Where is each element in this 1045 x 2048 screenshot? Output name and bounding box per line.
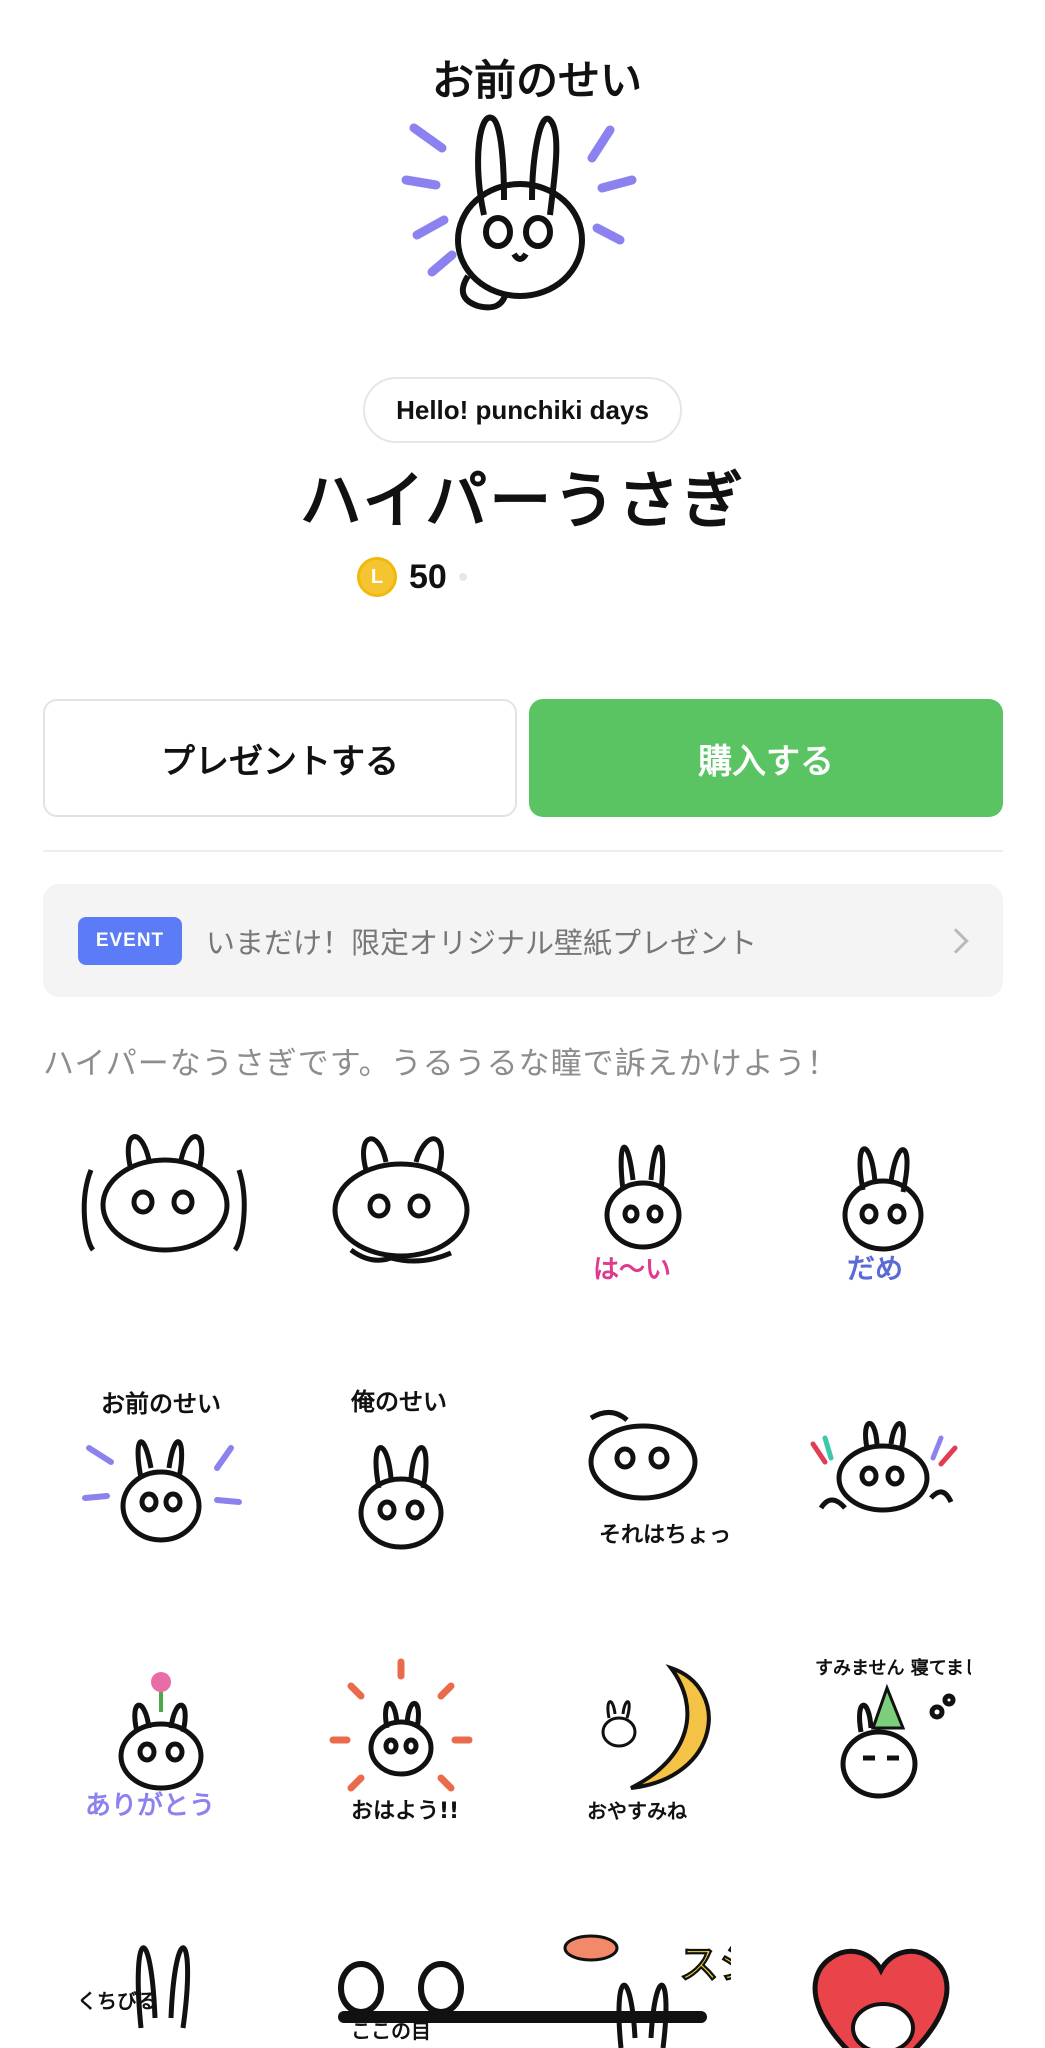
sticker-item[interactable]: それはちょっと: [551, 1378, 753, 1558]
sticker-item[interactable]: おやすみね: [551, 1648, 731, 1828]
sticker-caption: 俺のせい: [350, 1388, 447, 1416]
rabbit-sticker-image: ありがとう: [85, 1672, 215, 1821]
home-indicator[interactable]: [338, 2011, 707, 2023]
rabbit-sticker-image: すみません 寝てました: [815, 1657, 1000, 1799]
price-amount: 50: [409, 557, 447, 596]
rabbit-sticker-image: [81, 1134, 247, 1253]
sticker-item[interactable]: 俺のせい: [311, 1378, 491, 1558]
sticker-item[interactable]: お前のせい: [71, 1378, 251, 1558]
sticker-caption: お前のせい: [101, 1390, 221, 1418]
hero-caption: お前のせい: [432, 56, 642, 105]
sticker-caption: おやすみね: [587, 1799, 687, 1823]
sticker-title: ハイパーうさぎ: [299, 464, 746, 537]
event-banner[interactable]: EVENT いまだけ！限定オリジナル壁紙プレゼント: [43, 884, 1003, 997]
rabbit-hero-image: お前のせい: [401, 56, 642, 311]
sticker-item[interactable]: すみません 寝てました: [791, 1648, 1000, 1828]
present-button[interactable]: プレゼントする: [43, 699, 517, 817]
buy-button[interactable]: 購入する: [529, 699, 1003, 817]
sticker-caption: おはよう!!: [351, 1799, 459, 1824]
sticker-caption: ありがとう: [85, 1790, 215, 1821]
separator-dot: [458, 573, 467, 581]
sticker-caption: それはちょっと: [599, 1523, 731, 1548]
heart-rabbit-image: [812, 1948, 950, 2048]
hero-sticker: お前のせい: [0, 0, 1045, 360]
sticker-item[interactable]: ありがとう: [71, 1648, 251, 1828]
sticker-caption: すみません 寝てました: [815, 1657, 971, 1679]
sticker-description: ハイパーなうさぎです。うるうるな瞳で訴えかけよう！: [43, 1046, 839, 1082]
rabbit-sticker-image: くちびる: [77, 1945, 191, 2029]
moon-rabbit-image: おやすみね: [587, 1664, 711, 1823]
sticker-item[interactable]: スシ: [551, 1908, 760, 2048]
sticker-item[interactable]: だめ: [791, 1110, 971, 1290]
sticker-caption: スシ: [679, 1942, 731, 1988]
sticker-caption: だめ: [847, 1252, 903, 1285]
price-row: L 50: [357, 554, 467, 600]
rabbit-sticker-image: お前のせい: [82, 1390, 242, 1543]
chevron-right-icon: [943, 927, 969, 954]
sticker-caption: くちびる: [77, 1989, 157, 2013]
author-chip[interactable]: Hello! punchiki days: [363, 377, 682, 443]
sticker-item[interactable]: くちびる: [71, 1908, 251, 2048]
sticker-item[interactable]: [71, 1110, 251, 1290]
rabbit-sticker-image: [810, 1420, 958, 1513]
sticker-item[interactable]: [791, 1378, 971, 1558]
event-text: いまだけ！限定オリジナル壁紙プレゼント: [206, 925, 758, 960]
rabbit-eyes-image: ここの目: [338, 1961, 464, 2043]
event-badge: EVENT: [78, 916, 182, 965]
coin-icon: L: [357, 557, 397, 597]
sticker-item[interactable]: ここの目: [311, 1908, 491, 2048]
rabbit-sticker-image: だめ: [842, 1146, 924, 1285]
divider: [43, 850, 1003, 852]
sticker-item[interactable]: [791, 1908, 971, 2048]
sticker-item[interactable]: は～い: [551, 1110, 731, 1290]
sushi-rabbit-image: スシ: [563, 1934, 760, 2048]
rabbit-sticker-image: 俺のせい: [350, 1388, 447, 1550]
rabbit-sticker-image: おはよう!!: [329, 1658, 473, 1824]
sticker-item[interactable]: おはよう!!: [311, 1648, 491, 1828]
rabbit-sticker-image: [332, 1136, 470, 1264]
rabbit-sticker-image: それはちょっと: [588, 1410, 753, 1548]
rabbit-sticker-image: は～い: [593, 1144, 682, 1285]
sticker-item[interactable]: [311, 1110, 491, 1290]
sticker-caption: は～い: [593, 1255, 671, 1285]
